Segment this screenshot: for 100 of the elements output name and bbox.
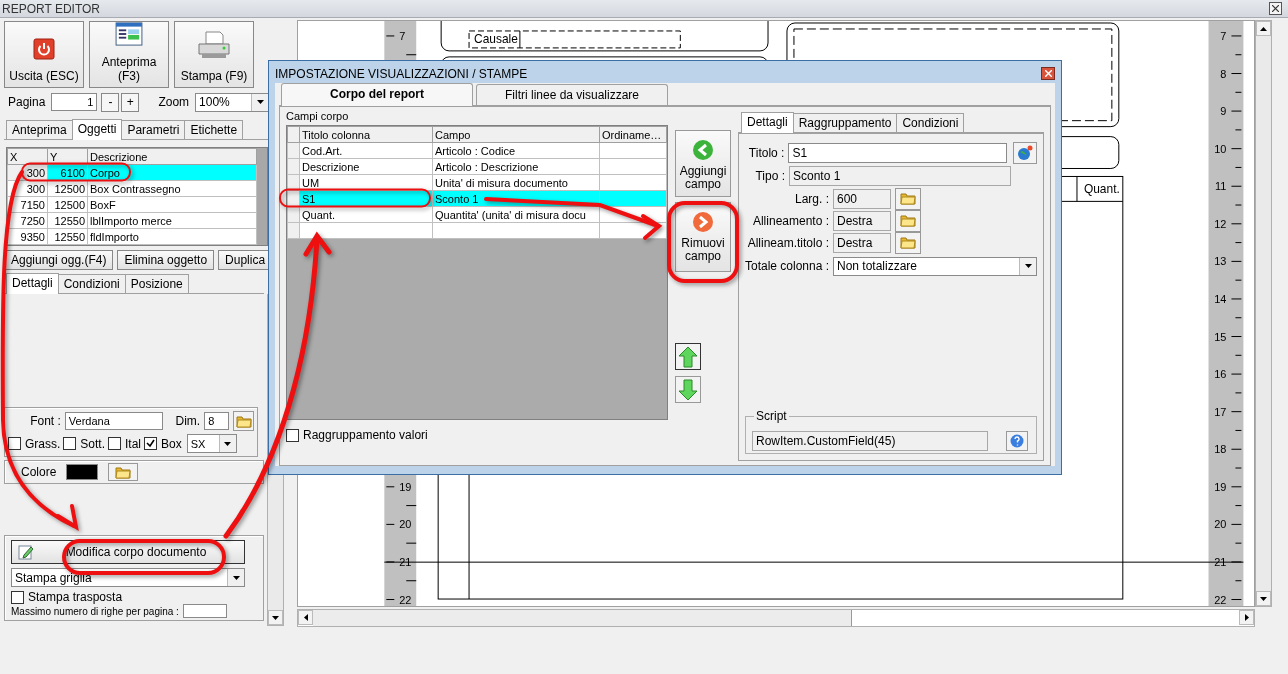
toolbar-button[interactable]: Stampa (F9) bbox=[174, 21, 254, 88]
column-header[interactable]: Descrizione bbox=[87, 148, 257, 165]
pencil-icon bbox=[18, 544, 34, 560]
tab[interactable]: Posizione bbox=[124, 274, 189, 293]
tab[interactable]: Etichette bbox=[184, 120, 244, 139]
folder-icon bbox=[115, 465, 132, 479]
colour-swatch[interactable] bbox=[66, 464, 99, 480]
checkbox-label: Sott. bbox=[80, 436, 106, 451]
help-icon bbox=[1010, 434, 1024, 448]
previous-page-button[interactable]: - bbox=[101, 92, 120, 112]
folder-icon bbox=[900, 236, 916, 249]
checkbox[interactable] bbox=[286, 428, 299, 442]
scroll-down-button[interactable] bbox=[268, 610, 283, 625]
ruler-number: 14 bbox=[1214, 292, 1227, 305]
arrow-icon bbox=[1260, 26, 1267, 31]
ruler-number: 19 bbox=[399, 480, 412, 493]
style-checkbox[interactable]: Ital bbox=[108, 436, 142, 451]
scroll-left-button[interactable] bbox=[298, 610, 313, 625]
ruler-number: 16 bbox=[1214, 368, 1227, 381]
picker-button[interactable] bbox=[895, 231, 921, 254]
transposed-checkbox[interactable]: Stampa trasposta bbox=[11, 590, 257, 604]
style-checkbox[interactable]: Box bbox=[144, 436, 182, 451]
checkbox[interactable] bbox=[63, 437, 77, 450]
column-header[interactable]: Y bbox=[47, 148, 88, 165]
add-field-button[interactable]: Aggiungi campo bbox=[675, 130, 731, 197]
colour-picker-button[interactable] bbox=[108, 463, 139, 481]
style-checkbox[interactable]: Grass. bbox=[8, 436, 61, 451]
column-header[interactable]: Campo bbox=[432, 126, 600, 143]
ruler-number: 22 bbox=[1214, 593, 1227, 606]
vertical-scrollbar[interactable] bbox=[1255, 20, 1272, 607]
scrollbar[interactable] bbox=[257, 148, 267, 245]
tab[interactable]: Anteprima bbox=[6, 120, 73, 139]
toolbar-button[interactable]: Uscita (ESC) bbox=[4, 21, 84, 88]
column-header[interactable]: Ordiname… bbox=[599, 126, 667, 143]
size-field[interactable]: 8 bbox=[204, 412, 230, 430]
checkbox[interactable] bbox=[8, 437, 21, 450]
checkbox[interactable] bbox=[144, 437, 158, 450]
close-icon bbox=[1044, 70, 1052, 77]
font-picker-button[interactable] bbox=[233, 411, 254, 431]
tab[interactable]: Dettagli bbox=[6, 273, 59, 294]
tab[interactable]: Raggruppamento bbox=[792, 113, 898, 132]
zoom-select[interactable]: 100% bbox=[195, 92, 270, 112]
ruler-number: 19 bbox=[1214, 480, 1227, 493]
arrow-icon bbox=[303, 614, 308, 621]
checkbox-label: Raggruppamento valori bbox=[303, 428, 428, 442]
object-button[interactable]: Elimina oggetto bbox=[117, 250, 215, 270]
window-title: REPORT EDITOR bbox=[2, 1, 101, 16]
report-box[interactable] bbox=[440, 20, 769, 52]
total-select[interactable]: Non totalizzare bbox=[833, 256, 1037, 276]
field-label: Larg. : bbox=[793, 191, 829, 206]
page-label: Pagina bbox=[8, 95, 46, 109]
checkbox[interactable] bbox=[11, 590, 24, 604]
picker-button[interactable] bbox=[895, 209, 921, 232]
remove-field-button[interactable]: Rimuovi campo bbox=[675, 202, 731, 272]
checkbox-label: Box bbox=[161, 436, 182, 451]
checkbox[interactable] bbox=[108, 437, 122, 450]
max-rows-field[interactable] bbox=[182, 604, 227, 618]
tab[interactable]: Corpo del report bbox=[281, 83, 473, 106]
scroll-up-button[interactable] bbox=[1256, 21, 1271, 36]
picker-button[interactable] bbox=[895, 187, 921, 210]
tab[interactable]: Oggetti bbox=[71, 119, 123, 140]
field-label: Tipo : bbox=[754, 169, 785, 183]
field-label: Allineam.titolo : bbox=[746, 235, 829, 250]
toolbar-button[interactable]: Anteprima (F3) bbox=[89, 21, 169, 88]
close-button[interactable] bbox=[1269, 2, 1282, 15]
style-checkbox[interactable]: Sott. bbox=[63, 436, 106, 451]
tab[interactable]: Condizioni bbox=[896, 113, 965, 132]
checkbox-label: Grass. bbox=[25, 436, 61, 451]
align-select[interactable]: SX bbox=[186, 434, 237, 453]
ruler-number: 7 bbox=[399, 29, 406, 42]
scroll-down-button[interactable] bbox=[1256, 591, 1271, 606]
object-button[interactable]: Aggiungi ogg.(F4) bbox=[4, 250, 114, 270]
grouping-checkbox[interactable]: Raggruppamento valori bbox=[286, 428, 671, 442]
title-field[interactable]: S1 bbox=[788, 143, 1008, 163]
checkbox-label: Ital bbox=[125, 436, 142, 451]
horizontal-scrollbar[interactable] bbox=[297, 609, 1255, 627]
caret-icon bbox=[224, 441, 232, 446]
move-down-button[interactable] bbox=[675, 376, 701, 403]
property-field[interactable]: Destra bbox=[833, 210, 891, 231]
report-field[interactable] bbox=[468, 30, 681, 49]
ruler-number: 11 bbox=[1215, 180, 1227, 193]
tab[interactable]: Dettagli bbox=[741, 112, 794, 133]
arrow-icon bbox=[1260, 596, 1267, 601]
column-header[interactable]: Titolo colonna bbox=[299, 126, 433, 143]
next-page-button[interactable]: + bbox=[121, 92, 140, 112]
close-button[interactable] bbox=[1041, 67, 1055, 80]
font-field[interactable]: Verdana bbox=[64, 412, 164, 430]
property-field[interactable]: 600 bbox=[833, 188, 891, 209]
ruler-number: 12 bbox=[1214, 217, 1227, 230]
page-field[interactable]: 1 bbox=[51, 93, 98, 111]
tab[interactable]: Filtri linee da visualizzare bbox=[476, 84, 668, 105]
column-header[interactable]: X bbox=[7, 148, 48, 165]
move-up-button[interactable] bbox=[675, 343, 701, 370]
scroll-right-button[interactable] bbox=[1239, 610, 1254, 625]
script-field[interactable]: RowItem.CustomField(45) bbox=[752, 431, 988, 451]
property-field[interactable]: Destra bbox=[833, 232, 891, 253]
globe-icon bbox=[1017, 145, 1034, 161]
translate-button[interactable] bbox=[1013, 142, 1037, 164]
scroll-thumb[interactable] bbox=[313, 610, 852, 626]
help-button[interactable] bbox=[1006, 431, 1028, 451]
